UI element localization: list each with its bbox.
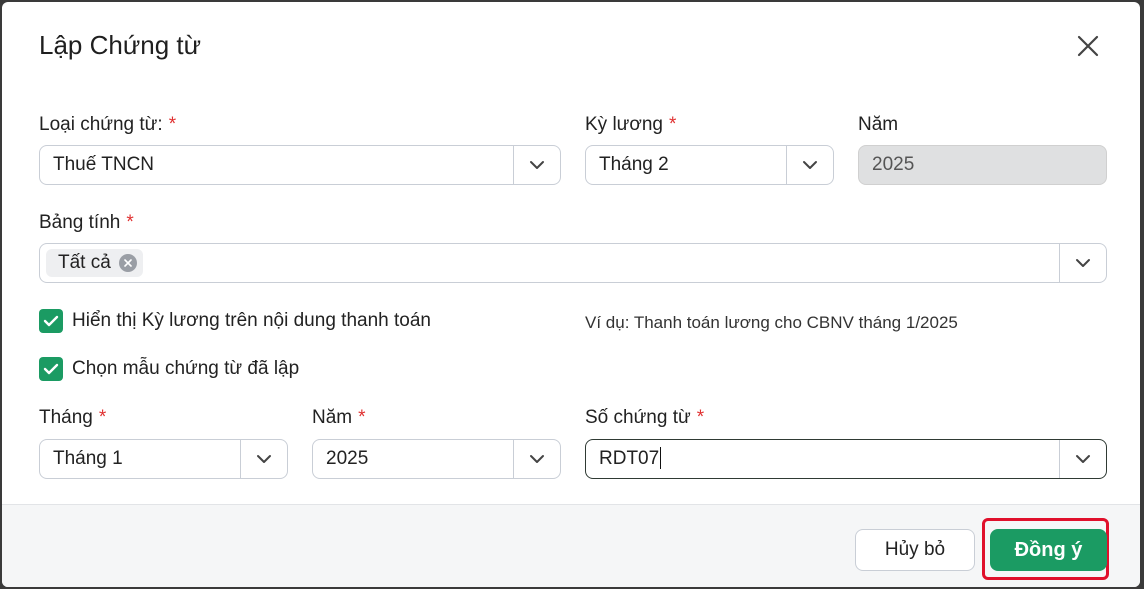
- dialog-title: Lập Chứng từ: [39, 30, 202, 60]
- chevron-down-icon[interactable]: [786, 146, 833, 184]
- voucher-type-label: Loại chứng từ: *: [39, 114, 176, 136]
- year-label-text: Năm: [312, 407, 353, 428]
- voucher-dialog: Lập Chứng từ Loại chứng từ: * Thuế TNCN K…: [2, 2, 1140, 587]
- spreadsheet-label-text: Bảng tính: [39, 212, 121, 233]
- voucher-type-select[interactable]: Thuế TNCN: [39, 145, 561, 185]
- confirm-button[interactable]: Đồng ý: [990, 529, 1107, 571]
- month-label: Tháng *: [39, 407, 106, 429]
- close-icon[interactable]: [1074, 32, 1102, 60]
- chevron-down-icon[interactable]: [240, 440, 287, 478]
- chevron-down-icon[interactable]: [513, 440, 560, 478]
- month-label-text: Tháng: [39, 407, 93, 428]
- show-period-option: Hiển thị Kỳ lương trên nội dung thanh to…: [39, 309, 431, 333]
- spreadsheet-multiselect[interactable]: Tất cả: [39, 243, 1107, 283]
- voucher-no-combobox[interactable]: RDT07: [585, 439, 1107, 479]
- check-icon: [43, 363, 59, 375]
- year-select[interactable]: 2025: [312, 439, 561, 479]
- check-icon: [43, 315, 59, 327]
- year-top-value: 2025: [872, 154, 915, 175]
- voucher-no-label-text: Số chứng từ: [585, 407, 691, 428]
- use-template-label: Chọn mẫu chứng từ đã lập: [72, 358, 300, 379]
- chevron-down-icon[interactable]: [1059, 244, 1106, 282]
- selected-tag: Tất cả: [46, 249, 143, 277]
- example-text: Ví dụ: Thanh toán lương cho CBNV tháng 1…: [585, 313, 958, 332]
- text-caret: [660, 446, 662, 469]
- highlight-box: Đồng ý: [982, 518, 1109, 580]
- year-top-label: Năm: [858, 114, 899, 135]
- voucher-type-value: Thuế TNCN: [53, 154, 155, 175]
- month-value: Tháng 1: [53, 448, 123, 469]
- year-value: 2025: [326, 448, 369, 469]
- chevron-down-icon[interactable]: [1059, 440, 1106, 478]
- spreadsheet-label: Bảng tính *: [39, 212, 134, 234]
- required-mark: *: [696, 407, 705, 428]
- required-mark: *: [126, 212, 134, 233]
- pay-period-value: Tháng 2: [599, 154, 669, 175]
- required-mark: *: [358, 407, 366, 428]
- required-mark: *: [98, 407, 107, 428]
- voucher-type-label-text: Loại chứng từ:: [39, 114, 163, 135]
- use-template-option: Chọn mẫu chứng từ đã lập: [39, 357, 299, 381]
- chevron-down-icon[interactable]: [513, 146, 560, 184]
- use-template-checkbox[interactable]: [39, 357, 63, 381]
- month-select[interactable]: Tháng 1: [39, 439, 288, 479]
- voucher-no-label: Số chứng từ *: [585, 407, 704, 429]
- show-period-label: Hiển thị Kỳ lương trên nội dung thanh to…: [72, 310, 431, 331]
- required-mark: *: [168, 114, 177, 135]
- show-period-checkbox[interactable]: [39, 309, 63, 333]
- pay-period-label-text: Kỳ lương: [585, 114, 663, 135]
- pay-period-label: Kỳ lương *: [585, 114, 676, 136]
- pay-period-select[interactable]: Tháng 2: [585, 145, 834, 185]
- voucher-no-input[interactable]: RDT07: [599, 440, 662, 478]
- required-mark: *: [669, 114, 677, 135]
- year-top-field: 2025: [858, 145, 1107, 185]
- dialog-footer: Hủy bỏ Đồng ý: [2, 504, 1140, 587]
- cancel-button[interactable]: Hủy bỏ: [855, 529, 975, 571]
- year-label: Năm *: [312, 407, 366, 429]
- selected-tag-label: Tất cả: [58, 252, 111, 273]
- remove-tag-icon[interactable]: [118, 254, 137, 272]
- voucher-no-value: RDT07: [599, 448, 660, 469]
